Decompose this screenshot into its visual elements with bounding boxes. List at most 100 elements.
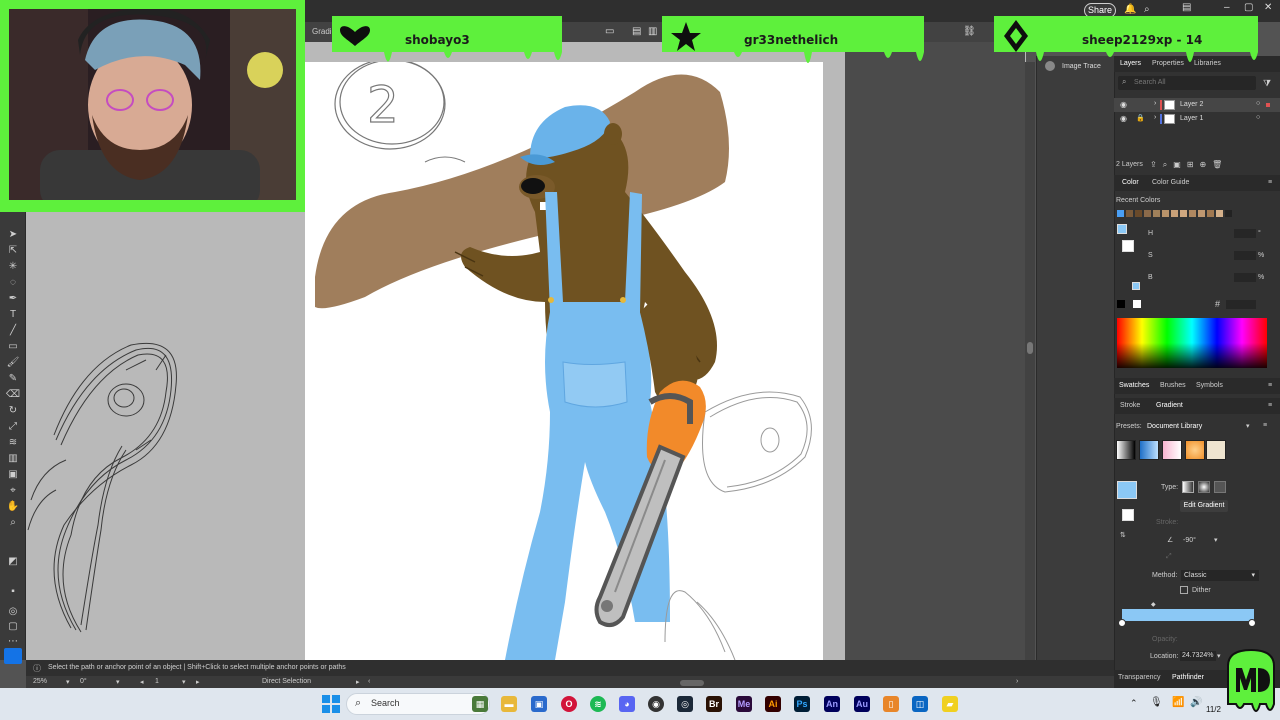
align-left-icon[interactable]: ▤ <box>632 26 641 37</box>
chevron-down-icon[interactable]: ▾ <box>66 678 70 686</box>
widget-icon[interactable]: ▦ <box>472 696 488 712</box>
eye-icon[interactable]: ◉ <box>1120 100 1127 109</box>
notification-icon[interactable]: 🔔 <box>1124 4 1136 15</box>
tab-symbols[interactable]: Symbols <box>1196 382 1223 389</box>
locate-icon[interactable]: ⌕ <box>1163 160 1173 169</box>
color-spectrum[interactable] <box>1117 318 1267 368</box>
pencil-icon[interactable]: ✎ <box>5 372 21 386</box>
panel-menu-icon[interactable]: ≡ <box>1268 402 1272 409</box>
fill-stroke-icon[interactable]: ◩ <box>5 555 21 569</box>
sticky-notes-icon[interactable]: ▰ <box>942 696 958 712</box>
app-an[interactable]: An <box>824 696 840 712</box>
network-icon[interactable]: 📶 <box>1172 697 1184 708</box>
pen-tool-icon[interactable]: ✒ <box>5 292 21 306</box>
target-icon[interactable]: ○ <box>1256 100 1260 107</box>
file-explorer-icon[interactable]: ▬ <box>501 696 517 712</box>
recent-color-swatch[interactable] <box>1198 210 1205 217</box>
arrange-icon[interactable]: ▤ <box>1182 2 1191 13</box>
app-ps[interactable]: Ps <box>794 696 810 712</box>
eye-icon[interactable]: ◉ <box>1120 114 1127 123</box>
zoom-select[interactable]: 25% <box>33 678 47 685</box>
scroll-right-icon[interactable]: › <box>1016 678 1018 685</box>
chevron-down-icon[interactable]: ▾ <box>1246 422 1250 430</box>
black-swatch[interactable] <box>1117 300 1125 308</box>
dither-checkbox[interactable] <box>1180 586 1188 594</box>
lock-icon[interactable]: 🔒 <box>1136 114 1145 122</box>
magic-wand-icon[interactable]: ✳ <box>5 260 21 274</box>
last-color-swatch[interactable] <box>1132 282 1140 290</box>
layer-name[interactable]: Layer 2 <box>1180 101 1203 108</box>
chevron-down-icon[interactable]: ▾ <box>1217 652 1221 660</box>
gradient-fill-swatch[interactable] <box>1117 481 1137 499</box>
selection-tool-icon[interactable]: ➤ <box>5 228 21 242</box>
line-tool-icon[interactable]: ╱ <box>5 324 21 338</box>
stroke-swatch[interactable] <box>1122 240 1134 252</box>
fill-swatch[interactable] <box>1117 224 1127 234</box>
hand-tool-icon[interactable]: ✋ <box>5 500 21 514</box>
scroll-left-icon[interactable]: ‹ <box>368 678 370 685</box>
gradient-preset[interactable] <box>1139 440 1159 460</box>
linear-gradient-icon[interactable] <box>1182 481 1194 493</box>
color-mode-icon[interactable]: ▪ <box>5 585 21 599</box>
tab-pathfinder[interactable]: Pathfinder <box>1172 674 1204 681</box>
expand-chevron-icon[interactable]: › <box>1154 114 1156 121</box>
white-swatch[interactable] <box>1133 300 1141 308</box>
gradient-stop-left[interactable] <box>1118 619 1126 627</box>
chevron-down-icon[interactable]: ▾ <box>116 678 120 686</box>
paintbrush-icon[interactable]: 🖌 <box>5 356 21 370</box>
maximize-icon[interactable]: ▢ <box>1244 2 1253 13</box>
recent-color-swatch[interactable] <box>1216 210 1223 217</box>
recent-color-swatch[interactable] <box>1126 210 1133 217</box>
gradient-stroke-swatch[interactable] <box>1122 509 1134 521</box>
more-tools-icon[interactable]: ⋯ <box>5 635 21 649</box>
discord-icon[interactable]: ◕ <box>619 696 635 712</box>
target-icon[interactable]: ○ <box>1256 114 1260 121</box>
layer-row[interactable]: ◉ 🔒 › Layer 1 ○ <box>1114 112 1280 126</box>
h-value-input[interactable] <box>1234 229 1256 238</box>
location-input[interactable]: 24.7324% <box>1180 651 1216 661</box>
gradient-stop-right[interactable] <box>1248 619 1256 627</box>
recent-color-swatch[interactable] <box>1180 210 1187 217</box>
mic-icon[interactable]: 🎙 <box>1150 697 1163 708</box>
recent-color-swatch[interactable] <box>1162 210 1169 217</box>
steam-icon[interactable]: ◎ <box>677 696 693 712</box>
presets-dropdown[interactable]: Document Library <box>1147 423 1202 430</box>
close-icon[interactable]: ✕ <box>1264 2 1272 13</box>
link-icon[interactable]: ⛓ <box>963 26 976 37</box>
next-artboard-icon[interactable]: ▸ <box>196 678 200 686</box>
scale-icon[interactable]: ⤢ <box>5 420 21 434</box>
edit-gradient-button[interactable]: Edit Gradient <box>1180 500 1228 512</box>
chevron-down-icon[interactable]: ▾ <box>182 678 186 686</box>
minimize-icon[interactable]: – <box>1224 2 1230 13</box>
tab-color[interactable]: Color <box>1122 179 1139 186</box>
hex-input[interactable] <box>1226 300 1256 309</box>
filter-icon[interactable]: ⧩ <box>1263 78 1271 89</box>
tab-swatches[interactable]: Swatches <box>1119 382 1149 389</box>
rotate-icon[interactable]: ↻ <box>5 404 21 418</box>
midpoint-diamond-icon[interactable]: ◆ <box>1151 601 1156 608</box>
gradient-preset[interactable] <box>1206 440 1226 460</box>
recent-color-swatch[interactable] <box>1153 210 1160 217</box>
expand-chevron-icon[interactable]: › <box>1154 100 1156 107</box>
collect-export-icon[interactable]: ⇪ <box>1150 160 1163 169</box>
method-select[interactable]: Classic ▾ <box>1181 570 1259 581</box>
b-value-input[interactable] <box>1234 273 1256 282</box>
new-layer-icon[interactable]: ⊕ <box>1199 160 1212 169</box>
clip-mask-icon[interactable]: ▣ <box>1173 160 1187 169</box>
s-value-input[interactable] <box>1234 251 1256 260</box>
rotation-select[interactable]: 0° <box>80 678 87 685</box>
gradient-preset[interactable] <box>1116 440 1136 460</box>
vertical-scrollbar[interactable] <box>1025 62 1035 662</box>
radial-gradient-icon[interactable] <box>1198 481 1210 493</box>
recent-color-swatch[interactable] <box>1189 210 1196 217</box>
recent-color-swatch[interactable] <box>1225 210 1232 217</box>
recent-color-swatch[interactable] <box>1207 210 1214 217</box>
panel-menu-icon[interactable]: ≡ <box>1268 179 1272 186</box>
tray-chevron-icon[interactable]: ⌃ <box>1130 698 1138 709</box>
gradient-preset[interactable] <box>1185 440 1205 460</box>
recent-color-swatch[interactable] <box>1117 210 1124 217</box>
layer-name[interactable]: Layer 1 <box>1180 115 1203 122</box>
artboard-number[interactable]: 1 <box>155 678 159 685</box>
freeform-gradient-icon[interactable] <box>1214 481 1226 493</box>
tab-transparency[interactable]: Transparency <box>1118 674 1161 681</box>
